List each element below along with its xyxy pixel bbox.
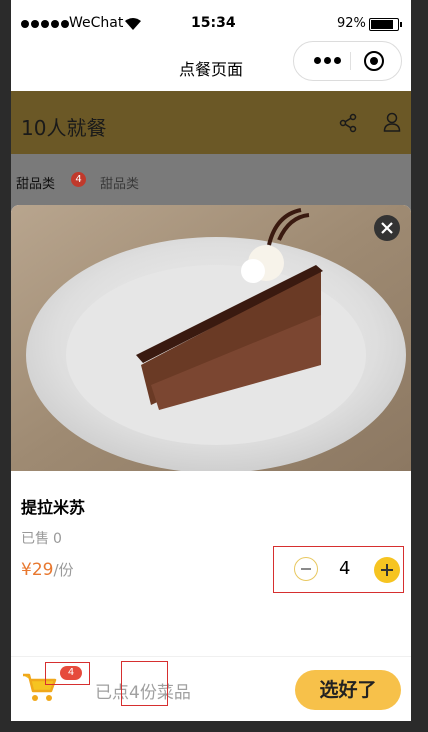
screen-frame-bottom (0, 721, 428, 732)
carrier-label: WeChat (69, 15, 124, 31)
sold-label: 已售 (21, 531, 49, 547)
checkout-button[interactable]: 选好了 (295, 670, 401, 710)
ordered-count-highlight (121, 661, 168, 706)
tab-desserts-active[interactable]: 甜品类 (16, 173, 55, 192)
sold-count-row: 已售 0 (21, 528, 62, 548)
tiramisu-photo (11, 205, 411, 471)
price-unit: /份 (53, 561, 74, 579)
dish-price: ¥29 (21, 560, 54, 580)
phone-screen: WeChat 15:34 92% 点餐页面 10人就餐 甜品类 4 甜品类 提拉… (11, 11, 411, 721)
capsule-divider (350, 52, 351, 70)
wifi-icon (125, 18, 141, 30)
close-program-icon[interactable] (364, 51, 384, 71)
dish-name: 提拉米苏 (21, 498, 86, 517)
nav-bar: 点餐页面 (11, 38, 411, 91)
party-size-title: 10人就餐 (21, 116, 107, 140)
more-menu-icon[interactable] (314, 57, 341, 64)
user-icon[interactable] (383, 112, 401, 132)
close-popup-button[interactable] (374, 215, 400, 241)
close-icon (381, 222, 393, 234)
clock-time: 15:34 (191, 15, 236, 31)
restaurant-header: 10人就餐 (11, 91, 411, 154)
status-bar: WeChat 15:34 92% (11, 11, 411, 38)
dish-detail-popup: 提拉米苏 已售 0 ¥29/份 4 (11, 205, 411, 656)
cart-bar: 4 已点4份菜品 选好了 (11, 656, 411, 721)
battery-percent: 92% (337, 16, 366, 31)
minus-icon[interactable] (294, 557, 318, 581)
tab-count-badge: 4 (71, 172, 86, 187)
mini-program-capsule (293, 41, 402, 81)
screen-frame-right (411, 0, 428, 732)
tab-desserts[interactable]: 甜品类 (100, 173, 139, 192)
screen-frame-left (0, 0, 11, 732)
quantity-value: 4 (339, 558, 351, 579)
share-icon[interactable] (339, 113, 357, 133)
price-row: ¥29/份 (21, 559, 74, 580)
cart-badge-highlight: 4 (45, 662, 90, 685)
plus-icon[interactable] (374, 557, 400, 583)
quantity-stepper: 4 (273, 546, 404, 593)
sold-count: 0 (53, 531, 62, 547)
battery-icon (369, 18, 402, 31)
cart-count-badge: 4 (60, 666, 82, 680)
signal-dots-icon (21, 20, 69, 28)
